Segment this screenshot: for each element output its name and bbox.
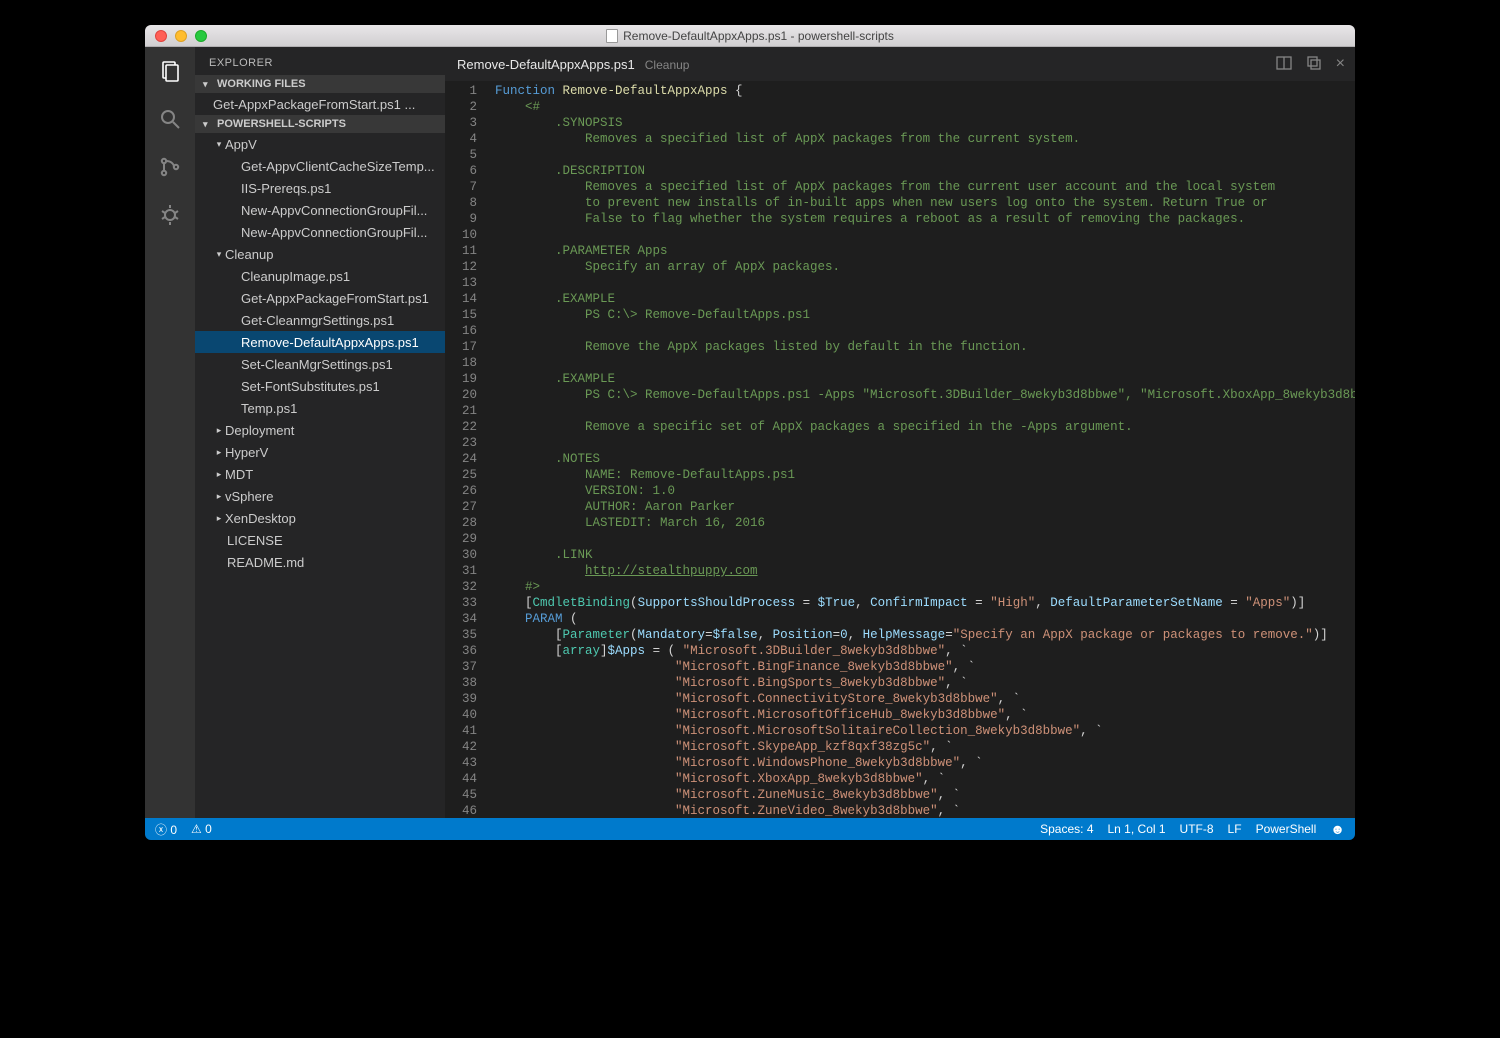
folder-closed[interactable]: ▸vSphere	[195, 485, 445, 507]
maximize-window-button[interactable]	[195, 30, 207, 42]
explorer-activity-icon[interactable]	[156, 57, 184, 85]
file-item[interactable]: IIS-Prereqs.ps1	[195, 177, 445, 199]
split-editor-icon[interactable]	[1276, 55, 1292, 74]
eol-status[interactable]: LF	[1228, 822, 1242, 836]
folder-closed[interactable]: ▸HyperV	[195, 441, 445, 463]
file-item[interactable]: Set-FontSubstitutes.ps1	[195, 375, 445, 397]
workspace-header[interactable]: ▾ POWERSHELL-SCRIPTS	[195, 115, 445, 133]
debug-activity-icon[interactable]	[156, 201, 184, 229]
status-bar: ⓧ 0 ⚠ 0 Spaces: 4 Ln 1, Col 1 UTF-8 LF P…	[145, 818, 1355, 840]
editor-actions: ×	[1276, 55, 1345, 74]
folder-closed[interactable]: ▸Deployment	[195, 419, 445, 441]
chevron-right-icon: ▸	[213, 425, 225, 436]
working-files-list: Get-AppxPackageFromStart.ps1 ...	[195, 93, 445, 115]
editor-tabbar: Remove-DefaultAppxApps.ps1 Cleanup ×	[445, 47, 1355, 81]
file-item[interactable]: Get-AppvClientCacheSizeTemp...	[195, 155, 445, 177]
working-files-label: WORKING FILES	[217, 78, 306, 90]
feedback-icon[interactable]: ☻	[1330, 821, 1345, 837]
code-content[interactable]: Function Remove-DefaultAppxApps { <# .SY…	[489, 81, 1355, 818]
search-activity-icon[interactable]	[156, 105, 184, 133]
minimize-window-button[interactable]	[175, 30, 187, 42]
app-window: Remove-DefaultAppxApps.ps1 - powershell-…	[145, 25, 1355, 840]
window-controls	[145, 30, 207, 42]
titlebar: Remove-DefaultAppxApps.ps1 - powershell-…	[145, 25, 1355, 47]
status-left: ⓧ 0 ⚠ 0	[155, 821, 212, 838]
close-window-button[interactable]	[155, 30, 167, 42]
editor-pane: Remove-DefaultAppxApps.ps1 Cleanup × 123…	[445, 47, 1355, 818]
tab-filename: Remove-DefaultAppxApps.ps1	[457, 57, 635, 72]
warnings-badge[interactable]: ⚠ 0	[191, 822, 212, 836]
file-item-selected[interactable]: Remove-DefaultAppxApps.ps1	[195, 331, 445, 353]
chevron-down-icon: ▾	[213, 249, 225, 260]
window-title: Remove-DefaultAppxApps.ps1 - powershell-…	[145, 29, 1355, 43]
file-tree: ▾ AppV Get-AppvClientCacheSizeTemp... II…	[195, 133, 445, 573]
file-icon	[606, 29, 618, 43]
close-editor-icon[interactable]: ×	[1336, 56, 1345, 72]
file-item[interactable]: README.md	[195, 551, 445, 573]
status-right: Spaces: 4 Ln 1, Col 1 UTF-8 LF PowerShel…	[1040, 821, 1345, 837]
workspace-label: POWERSHELL-SCRIPTS	[217, 118, 346, 130]
chevron-down-icon: ▾	[203, 79, 213, 90]
chevron-right-icon: ▸	[213, 447, 225, 458]
activity-bar	[145, 47, 195, 818]
working-file-item[interactable]: Get-AppxPackageFromStart.ps1 ...	[195, 93, 445, 115]
tab-folder: Cleanup	[645, 58, 690, 72]
chevron-right-icon: ▸	[213, 513, 225, 524]
code-editor[interactable]: 1234567891011121314151617181920212223242…	[445, 81, 1355, 818]
file-item[interactable]: New-AppvConnectionGroupFil...	[195, 199, 445, 221]
folder-closed[interactable]: ▸XenDesktop	[195, 507, 445, 529]
cursor-position[interactable]: Ln 1, Col 1	[1108, 822, 1166, 836]
indent-status[interactable]: Spaces: 4	[1040, 822, 1093, 836]
language-mode[interactable]: PowerShell	[1256, 822, 1317, 836]
chevron-down-icon: ▾	[203, 119, 213, 130]
folder-cleanup[interactable]: ▾ Cleanup	[195, 243, 445, 265]
working-files-header[interactable]: ▾ WORKING FILES	[195, 75, 445, 93]
window-title-text: Remove-DefaultAppxApps.ps1 - powershell-…	[623, 29, 894, 43]
file-item[interactable]: Temp.ps1	[195, 397, 445, 419]
errors-badge[interactable]: ⓧ 0	[155, 821, 177, 838]
chevron-right-icon: ▸	[213, 469, 225, 480]
folder-appv[interactable]: ▾ AppV	[195, 133, 445, 155]
file-item[interactable]: LICENSE	[195, 529, 445, 551]
encoding-status[interactable]: UTF-8	[1180, 822, 1214, 836]
file-item[interactable]: CleanupImage.ps1	[195, 265, 445, 287]
file-item[interactable]: Get-AppxPackageFromStart.ps1	[195, 287, 445, 309]
folder-closed[interactable]: ▸MDT	[195, 463, 445, 485]
sidebar-title: EXPLORER	[195, 47, 445, 75]
git-activity-icon[interactable]	[156, 153, 184, 181]
more-actions-icon[interactable]	[1306, 55, 1322, 74]
chevron-down-icon: ▾	[213, 139, 225, 150]
explorer-sidebar: EXPLORER ▾ WORKING FILES Get-AppxPackage…	[195, 47, 445, 818]
line-number-gutter: 1234567891011121314151617181920212223242…	[445, 81, 489, 818]
file-item[interactable]: Get-CleanmgrSettings.ps1	[195, 309, 445, 331]
file-item[interactable]: New-AppvConnectionGroupFil...	[195, 221, 445, 243]
chevron-right-icon: ▸	[213, 491, 225, 502]
file-item[interactable]: Set-CleanMgrSettings.ps1	[195, 353, 445, 375]
editor-tab[interactable]: Remove-DefaultAppxApps.ps1 Cleanup	[457, 57, 689, 72]
